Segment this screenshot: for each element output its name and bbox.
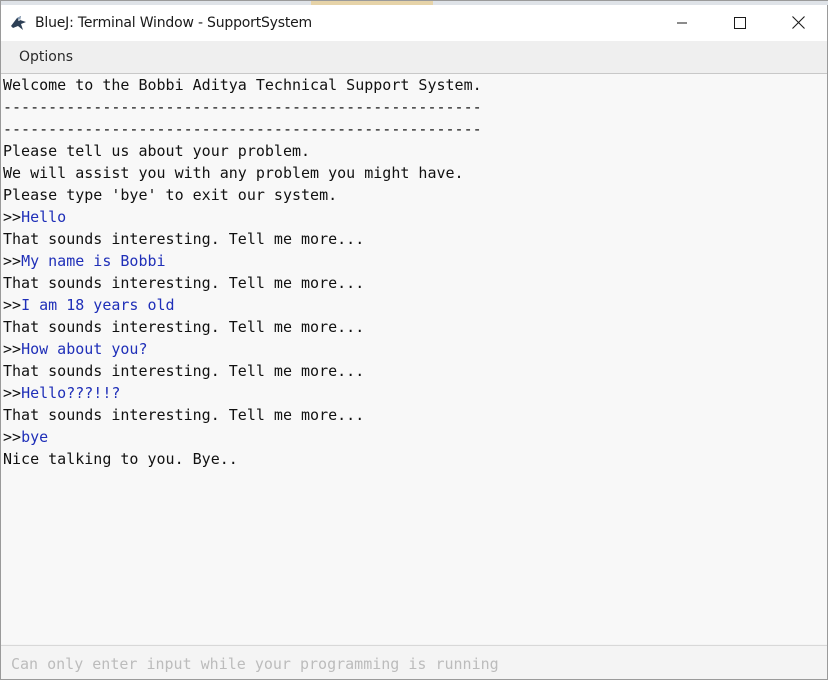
prompt-marker: >> xyxy=(3,208,22,226)
user-input-text: bye xyxy=(21,428,49,446)
prompt-marker: >> xyxy=(3,384,22,402)
prompt-marker: >> xyxy=(3,428,22,446)
prompt-marker: >> xyxy=(3,296,22,314)
terminal-output-line: That sounds interesting. Tell me more... xyxy=(3,362,365,380)
terminal-window: BlueJ: Terminal Window - SupportSystem O… xyxy=(0,0,828,680)
minimize-button[interactable] xyxy=(653,5,711,41)
window-controls xyxy=(653,5,827,41)
terminal-output-line: ----------------------------------------… xyxy=(3,98,482,116)
user-input-text: My name is Bobbi xyxy=(21,252,166,270)
terminal-input-line: >>Hello xyxy=(3,206,482,228)
terminal-output-line: ----------------------------------------… xyxy=(3,120,482,138)
user-input-text: How about you? xyxy=(21,340,148,358)
terminal-input-field[interactable] xyxy=(3,649,821,679)
terminal-output-line: That sounds interesting. Tell me more... xyxy=(3,406,365,424)
terminal-input-line: >>My name is Bobbi xyxy=(3,250,482,272)
minimize-icon xyxy=(676,14,688,33)
title-bar[interactable]: BlueJ: Terminal Window - SupportSystem xyxy=(1,5,827,41)
prompt-marker: >> xyxy=(3,340,22,358)
terminal-output-line: That sounds interesting. Tell me more... xyxy=(3,318,365,336)
maximize-icon xyxy=(734,14,746,33)
menu-bar: Options xyxy=(1,41,827,74)
bluej-bird-icon xyxy=(9,13,29,33)
user-input-text: Hello???!!? xyxy=(21,384,121,402)
terminal-input-line: >>How about you? xyxy=(3,338,482,360)
terminal-output-line: We will assist you with any problem you … xyxy=(3,164,464,182)
input-area xyxy=(1,645,827,679)
menu-options[interactable]: Options xyxy=(19,49,73,65)
maximize-button[interactable] xyxy=(711,5,769,41)
terminal-input-line: >>bye xyxy=(3,426,482,448)
terminal-input-line: >>Hello???!!? xyxy=(3,382,482,404)
terminal-output-line: Welcome to the Bobbi Aditya Technical Su… xyxy=(3,76,482,94)
user-input-text: Hello xyxy=(21,208,67,226)
terminal-output-line: Please tell us about your problem. xyxy=(3,142,311,160)
terminal-output[interactable]: Welcome to the Bobbi Aditya Technical Su… xyxy=(1,74,827,644)
terminal-output-line: Please type 'bye' to exit our system. xyxy=(3,186,338,204)
terminal-output-line: Nice talking to you. Bye.. xyxy=(3,450,238,468)
prompt-marker: >> xyxy=(3,252,22,270)
user-input-text: I am 18 years old xyxy=(21,296,175,314)
close-button[interactable] xyxy=(769,5,827,41)
terminal-input-line: >>I am 18 years old xyxy=(3,294,482,316)
terminal-lines: Welcome to the Bobbi Aditya Technical Su… xyxy=(3,74,482,470)
window-title: BlueJ: Terminal Window - SupportSystem xyxy=(35,15,312,31)
terminal-output-line: That sounds interesting. Tell me more... xyxy=(3,230,365,248)
close-icon xyxy=(791,14,805,33)
terminal-output-line: That sounds interesting. Tell me more... xyxy=(3,274,365,292)
